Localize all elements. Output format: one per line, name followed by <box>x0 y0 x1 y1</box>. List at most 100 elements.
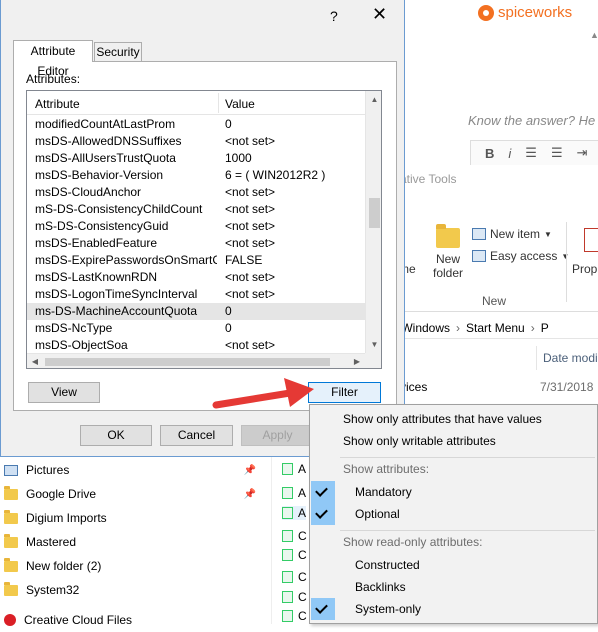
close-icon[interactable]: ✕ <box>372 4 387 25</box>
chevron-down-icon: ▼ <box>544 229 552 239</box>
help-button[interactable]: ? <box>330 8 338 24</box>
table-row[interactable]: msDS-ObjectSoa <not set> <box>27 337 365 354</box>
nav-item-digium-imports[interactable]: Digium Imports <box>0 506 270 530</box>
column-header-attribute[interactable]: Attribute <box>35 97 80 111</box>
nav-item-pictures[interactable]: Pictures 📌 <box>0 458 270 482</box>
answer-prompt: Know the answer? He <box>468 113 596 128</box>
scroll-left-icon[interactable]: ◀ <box>27 354 43 368</box>
bold-button[interactable]: B <box>485 146 494 161</box>
cancel-button[interactable]: Cancel <box>160 425 233 446</box>
table-row[interactable]: modifiedCountAtLastProm 0 <box>27 116 365 133</box>
attribute-value: <not set> <box>225 185 276 199</box>
menu-separator <box>340 530 595 531</box>
table-row[interactable]: mS-DS-ConsistencyGuid <not set> <box>27 218 365 235</box>
scrollbar-thumb[interactable] <box>369 198 380 228</box>
attribute-name: msDS-AllowedDNSSuffixes <box>35 134 182 148</box>
pin-icon[interactable]: 📌 <box>244 465 256 476</box>
annotation-arrow-icon <box>212 378 314 409</box>
apply-button[interactable]: Apply <box>241 425 314 446</box>
scrollbar-thumb[interactable] <box>45 358 330 366</box>
nav-item-system32[interactable]: System32 <box>0 578 270 602</box>
properties-button[interactable]: Prop <box>572 262 597 276</box>
attribute-value: <not set> <box>225 236 276 250</box>
attribute-name: msDS-ObjectSoa <box>35 338 128 352</box>
easy-access-button[interactable]: Easy access ▼ <box>472 249 569 263</box>
new-folder-button[interactable]: New folder <box>428 224 468 280</box>
table-row[interactable]: msDS-CloudAnchor <not set> <box>27 184 365 201</box>
file-icon <box>282 530 293 542</box>
list-item[interactable]: C <box>282 548 307 562</box>
attribute-name: msDS-ExpirePasswordsOnSmartCard... <box>35 253 217 267</box>
table-row[interactable]: msDS-EnabledFeature <not set> <box>27 235 365 252</box>
menu-item-show-writable[interactable]: Show only writable attributes <box>310 430 597 452</box>
nav-item-creative-cloud-files[interactable]: Creative Cloud Files <box>0 608 270 632</box>
spiceworks-logo[interactable]: spiceworks <box>478 4 572 21</box>
nav-item-new-folder-2[interactable]: New folder (2) <box>0 554 270 578</box>
menu-item-show-with-values[interactable]: Show only attributes that have values <box>310 408 597 430</box>
scroll-down-icon[interactable]: ▼ <box>366 336 381 353</box>
file-icon <box>282 507 293 519</box>
list-item[interactable]: C <box>282 609 307 623</box>
list-item[interactable]: C <box>282 529 307 543</box>
menu-item-optional[interactable]: Optional <box>310 503 597 525</box>
bullet-list-icon[interactable]: ☰ <box>525 145 537 161</box>
tab-attribute-editor[interactable]: Attribute Editor <box>13 40 93 78</box>
easy-access-label: Easy access <box>490 249 558 263</box>
list-item[interactable]: C <box>282 590 307 604</box>
filter-button[interactable]: Filter <box>308 382 381 403</box>
menu-item-mandatory[interactable]: Mandatory <box>310 481 597 503</box>
new-item-button[interactable]: New item ▼ <box>472 227 552 241</box>
breadcrumb-segment[interactable]: P <box>541 321 549 335</box>
attribute-value: <not set> <box>225 202 276 216</box>
ok-button[interactable]: OK <box>80 425 152 446</box>
table-row[interactable]: ms-DS-MachineAccountQuota 0 <box>27 303 365 320</box>
table-row[interactable]: msDS-ExpirePasswordsOnSmartCard... FALSE <box>27 252 365 269</box>
check-indicator <box>311 598 335 620</box>
table-row[interactable]: msDS-Behavior-Version 6 = ( WIN2012R2 ) <box>27 167 365 184</box>
menu-item-system-only[interactable]: System-only <box>310 598 597 620</box>
folder-icon <box>4 581 18 596</box>
nav-item-mastered[interactable]: Mastered <box>0 530 270 554</box>
list-item[interactable]: C <box>282 570 307 584</box>
breadcrumb-segment[interactable]: Start Menu <box>466 321 525 335</box>
numbered-list-icon[interactable]: ☰ <box>551 145 563 161</box>
table-row[interactable]: msDS-LogonTimeSyncInterval <not set> <box>27 286 365 303</box>
table-row[interactable]: msDS-LastKnownRDN <not set> <box>27 269 365 286</box>
table-row[interactable]: msDS-AllUsersTrustQuota 1000 <box>27 150 365 167</box>
table-row[interactable]: mS-DS-ConsistencyChildCount <not set> <box>27 201 365 218</box>
vertical-scrollbar[interactable]: ▲ ▼ <box>365 91 381 353</box>
pin-icon[interactable]: 📌 <box>244 489 256 500</box>
attribute-value: FALSE <box>225 253 263 267</box>
scroll-up-icon[interactable]: ▲ <box>366 91 381 108</box>
table-row[interactable]: msDS-AllowedDNSSuffixes <not set> <box>27 133 365 150</box>
file-icon <box>282 463 293 475</box>
list-item[interactable]: A <box>282 506 307 520</box>
column-header-value[interactable]: Value <box>225 97 255 111</box>
horizontal-scrollbar[interactable]: ◀ ▶ <box>27 353 365 368</box>
indent-icon[interactable]: ⇥ <box>577 145 588 161</box>
list-item[interactable]: A <box>282 486 306 500</box>
chevron-up-icon[interactable]: ▲ <box>590 30 598 44</box>
italic-button[interactable]: i <box>508 146 511 161</box>
attribute-value: 0 <box>225 117 232 131</box>
attribute-value: 6 = ( WIN2012R2 ) <box>225 168 326 182</box>
view-button[interactable]: View <box>28 382 100 403</box>
nav-item-google-drive[interactable]: Google Drive 📌 <box>0 482 270 506</box>
list-item[interactable]: A <box>282 462 306 476</box>
attribute-list[interactable]: Attribute Value modifiedCountAtLastProm 0… <box>26 90 382 369</box>
address-bar[interactable]: oft › Windows › Start Menu › P <box>372 317 598 339</box>
attribute-name: msDS-Behavior-Version <box>35 168 164 182</box>
column-divider[interactable] <box>218 93 219 113</box>
tab-security[interactable]: Security <box>94 42 142 61</box>
scroll-right-icon[interactable]: ▶ <box>349 354 365 368</box>
easy-access-icon <box>472 250 486 262</box>
file-icon <box>282 549 293 561</box>
check-icon <box>315 506 328 519</box>
column-header-date-modified[interactable]: Date modi <box>536 346 598 370</box>
menu-item-constructed[interactable]: Constructed <box>310 554 597 576</box>
table-row[interactable]: msDS-NcType 0 <box>27 320 365 337</box>
folder-icon <box>4 485 18 500</box>
menu-item-backlinks[interactable]: Backlinks <box>310 576 597 598</box>
new-item-label: New item <box>490 227 541 241</box>
breadcrumb-segment[interactable]: Windows <box>401 321 450 335</box>
